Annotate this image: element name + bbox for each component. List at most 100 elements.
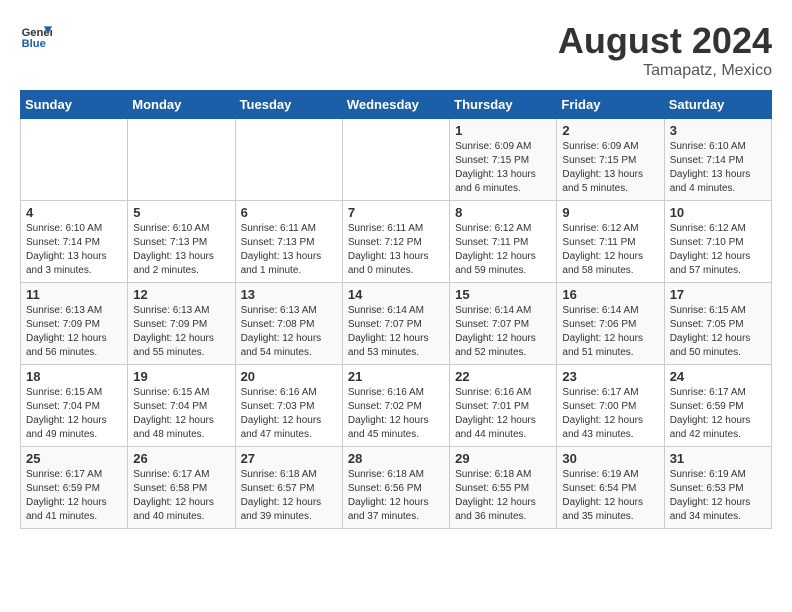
day-info: Sunrise: 6:17 AM Sunset: 6:59 PM Dayligh… — [26, 468, 122, 524]
day-info: Sunrise: 6:15 AM Sunset: 7:04 PM Dayligh… — [133, 386, 229, 442]
day-info: Sunrise: 6:18 AM Sunset: 6:57 PM Dayligh… — [241, 468, 337, 524]
calendar-day-cell: 24Sunrise: 6:17 AM Sunset: 6:59 PM Dayli… — [664, 365, 771, 447]
calendar-week-row: 18 Sunrise: 6:15 AM Sunset: 7:04 PM Dayli… — [21, 365, 772, 447]
day-info: Sunrise: 6:14 AM Sunset: 7:07 PM Dayligh… — [348, 304, 444, 360]
day-number: 20 — [241, 369, 337, 384]
calendar-day-cell: 1 Sunrise: 6:09 AM Sunset: 7:15 PM Daylig… — [450, 119, 557, 201]
day-number: 3 — [670, 123, 766, 138]
calendar-day-cell: 14 Sunrise: 6:14 AM Sunset: 7:07 PM Dayli… — [342, 283, 449, 365]
weekday-header-cell: Tuesday — [235, 91, 342, 119]
calendar-body: 1 Sunrise: 6:09 AM Sunset: 7:15 PM Daylig… — [21, 119, 772, 529]
calendar-day-cell: 7 Sunrise: 6:11 AM Sunset: 7:12 PM Daylig… — [342, 201, 449, 283]
day-info: Sunrise: 6:16 AM Sunset: 7:03 PM Dayligh… — [241, 386, 337, 442]
day-number: 6 — [241, 205, 337, 220]
calendar-day-cell — [235, 119, 342, 201]
calendar-table: SundayMondayTuesdayWednesdayThursdayFrid… — [20, 90, 772, 529]
day-info: Sunrise: 6:10 AM Sunset: 7:14 PM Dayligh… — [670, 140, 766, 196]
logo-icon: General Blue — [20, 20, 52, 52]
day-info: Sunrise: 6:10 AM Sunset: 7:13 PM Dayligh… — [133, 222, 229, 278]
weekday-header-cell: Saturday — [664, 91, 771, 119]
day-number: 30 — [562, 451, 658, 466]
calendar-day-cell: 12 Sunrise: 6:13 AM Sunset: 7:09 PM Dayli… — [128, 283, 235, 365]
day-info: Sunrise: 6:09 AM Sunset: 7:15 PM Dayligh… — [562, 140, 658, 196]
day-number: 18 — [26, 369, 122, 384]
day-number: 29 — [455, 451, 551, 466]
day-number: 16 — [562, 287, 658, 302]
day-number: 7 — [348, 205, 444, 220]
calendar-day-cell: 30 Sunrise: 6:19 AM Sunset: 6:54 PM Dayli… — [557, 447, 664, 529]
weekday-header-cell: Thursday — [450, 91, 557, 119]
day-number: 17 — [670, 287, 766, 302]
day-info: Sunrise: 6:10 AM Sunset: 7:14 PM Dayligh… — [26, 222, 122, 278]
calendar-day-cell: 16Sunrise: 6:14 AM Sunset: 7:06 PM Dayli… — [557, 283, 664, 365]
calendar-day-cell — [21, 119, 128, 201]
day-info: Sunrise: 6:16 AM Sunset: 7:01 PM Dayligh… — [455, 386, 551, 442]
day-info: Sunrise: 6:13 AM Sunset: 7:09 PM Dayligh… — [133, 304, 229, 360]
calendar-day-cell — [128, 119, 235, 201]
calendar-day-cell: 21Sunrise: 6:16 AM Sunset: 7:02 PM Dayli… — [342, 365, 449, 447]
calendar-day-cell: 28 Sunrise: 6:18 AM Sunset: 6:56 PM Dayli… — [342, 447, 449, 529]
day-info: Sunrise: 6:13 AM Sunset: 7:09 PM Dayligh… — [26, 304, 122, 360]
day-info: Sunrise: 6:18 AM Sunset: 6:56 PM Dayligh… — [348, 468, 444, 524]
weekday-header-cell: Wednesday — [342, 91, 449, 119]
day-number: 26 — [133, 451, 229, 466]
day-number: 22 — [455, 369, 551, 384]
logo: General Blue — [20, 20, 52, 52]
weekday-header-row: SundayMondayTuesdayWednesdayThursdayFrid… — [21, 91, 772, 119]
calendar-week-row: 4 Sunrise: 6:10 AM Sunset: 7:14 PM Daylig… — [21, 201, 772, 283]
calendar-day-cell: 3 Sunrise: 6:10 AM Sunset: 7:14 PM Daylig… — [664, 119, 771, 201]
calendar-day-cell: 27Sunrise: 6:18 AM Sunset: 6:57 PM Dayli… — [235, 447, 342, 529]
calendar-day-cell: 19 Sunrise: 6:15 AM Sunset: 7:04 PM Dayli… — [128, 365, 235, 447]
weekday-header-cell: Sunday — [21, 91, 128, 119]
day-number: 23 — [562, 369, 658, 384]
calendar-week-row: 11 Sunrise: 6:13 AM Sunset: 7:09 PM Dayli… — [21, 283, 772, 365]
day-info: Sunrise: 6:11 AM Sunset: 7:13 PM Dayligh… — [241, 222, 337, 278]
day-number: 28 — [348, 451, 444, 466]
calendar-day-cell: 15 Sunrise: 6:14 AM Sunset: 7:07 PM Dayli… — [450, 283, 557, 365]
calendar-day-cell: 4 Sunrise: 6:10 AM Sunset: 7:14 PM Daylig… — [21, 201, 128, 283]
location-subtitle: Tamapatz, Mexico — [558, 62, 772, 80]
calendar-day-cell: 20 Sunrise: 6:16 AM Sunset: 7:03 PM Dayli… — [235, 365, 342, 447]
day-number: 8 — [455, 205, 551, 220]
day-info: Sunrise: 6:19 AM Sunset: 6:53 PM Dayligh… — [670, 468, 766, 524]
calendar-day-cell: 17Sunrise: 6:15 AM Sunset: 7:05 PM Dayli… — [664, 283, 771, 365]
day-info: Sunrise: 6:11 AM Sunset: 7:12 PM Dayligh… — [348, 222, 444, 278]
calendar-day-cell: 18 Sunrise: 6:15 AM Sunset: 7:04 PM Dayli… — [21, 365, 128, 447]
calendar-day-cell: 6 Sunrise: 6:11 AM Sunset: 7:13 PM Daylig… — [235, 201, 342, 283]
day-number: 11 — [26, 287, 122, 302]
calendar-day-cell: 22 Sunrise: 6:16 AM Sunset: 7:01 PM Dayli… — [450, 365, 557, 447]
calendar-day-cell: 13Sunrise: 6:13 AM Sunset: 7:08 PM Dayli… — [235, 283, 342, 365]
day-number: 13 — [241, 287, 337, 302]
day-info: Sunrise: 6:09 AM Sunset: 7:15 PM Dayligh… — [455, 140, 551, 196]
day-number: 14 — [348, 287, 444, 302]
calendar-day-cell: 11 Sunrise: 6:13 AM Sunset: 7:09 PM Dayli… — [21, 283, 128, 365]
day-info: Sunrise: 6:19 AM Sunset: 6:54 PM Dayligh… — [562, 468, 658, 524]
weekday-header-cell: Friday — [557, 91, 664, 119]
calendar-day-cell: 23 Sunrise: 6:17 AM Sunset: 7:00 PM Dayli… — [557, 365, 664, 447]
title-block: August 2024 Tamapatz, Mexico — [558, 20, 772, 80]
month-year-title: August 2024 — [558, 20, 772, 62]
calendar-day-cell: 5 Sunrise: 6:10 AM Sunset: 7:13 PM Daylig… — [128, 201, 235, 283]
calendar-day-cell: 9Sunrise: 6:12 AM Sunset: 7:11 PM Daylig… — [557, 201, 664, 283]
calendar-day-cell: 25 Sunrise: 6:17 AM Sunset: 6:59 PM Dayli… — [21, 447, 128, 529]
day-number: 12 — [133, 287, 229, 302]
weekday-header-cell: Monday — [128, 91, 235, 119]
day-number: 4 — [26, 205, 122, 220]
day-info: Sunrise: 6:17 AM Sunset: 6:58 PM Dayligh… — [133, 468, 229, 524]
day-number: 21 — [348, 369, 444, 384]
day-number: 10 — [670, 205, 766, 220]
day-info: Sunrise: 6:15 AM Sunset: 7:04 PM Dayligh… — [26, 386, 122, 442]
day-info: Sunrise: 6:14 AM Sunset: 7:07 PM Dayligh… — [455, 304, 551, 360]
day-number: 24 — [670, 369, 766, 384]
day-number: 5 — [133, 205, 229, 220]
day-info: Sunrise: 6:18 AM Sunset: 6:55 PM Dayligh… — [455, 468, 551, 524]
day-info: Sunrise: 6:17 AM Sunset: 7:00 PM Dayligh… — [562, 386, 658, 442]
day-number: 15 — [455, 287, 551, 302]
day-number: 25 — [26, 451, 122, 466]
day-number: 1 — [455, 123, 551, 138]
calendar-day-cell — [342, 119, 449, 201]
day-number: 9 — [562, 205, 658, 220]
calendar-day-cell: 10Sunrise: 6:12 AM Sunset: 7:10 PM Dayli… — [664, 201, 771, 283]
day-number: 19 — [133, 369, 229, 384]
day-info: Sunrise: 6:12 AM Sunset: 7:11 PM Dayligh… — [455, 222, 551, 278]
